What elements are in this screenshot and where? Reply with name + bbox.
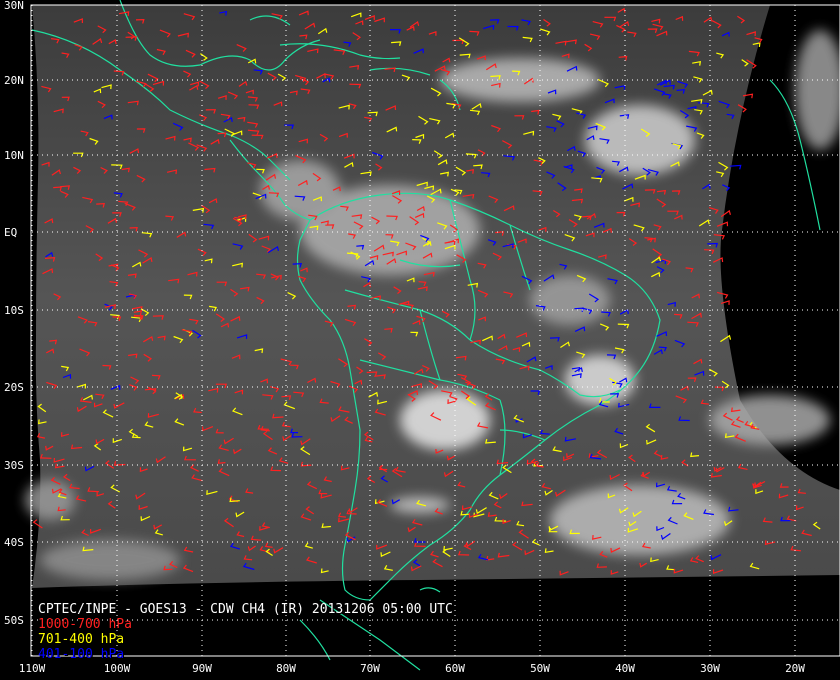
longitude-label: 50W [530, 662, 550, 675]
latitude-label: 20N [4, 74, 24, 87]
latitude-label: 30S [4, 459, 24, 472]
legend-mid-level: 701-400 hPa [38, 632, 125, 647]
caption-title: CPTEC/INPE - GOES13 - CDW CH4 (IR) 20131… [38, 602, 453, 617]
longitude-label: 70W [360, 662, 380, 675]
longitude-label: 100W [104, 662, 131, 675]
longitude-label: 20W [785, 662, 805, 675]
latitude-label: 20S [4, 381, 24, 394]
latitude-label: 10S [4, 304, 24, 317]
latitude-label: 40S [4, 536, 24, 549]
longitude-label: 60W [445, 662, 465, 675]
latitude-label: 10N [4, 149, 24, 162]
longitude-label: 90W [192, 662, 212, 675]
latitude-label: 50S [4, 614, 24, 627]
longitude-label: 80W [276, 662, 296, 675]
satellite-wind-map: 30N 20N 10N EQ 10S 20S 30S 40S 50S 110W 100W 90W 80W… [0, 0, 840, 680]
map-caption: CPTEC/INPE - GOES13 - CDW CH4 (IR) 20131… [38, 602, 453, 662]
longitude-label: 30W [700, 662, 720, 675]
latitude-label: 30N [4, 0, 24, 12]
longitude-label: 40W [615, 662, 635, 675]
latitude-label: EQ [4, 226, 17, 239]
longitude-label: 110W [19, 662, 46, 675]
legend-low-level: 1000-700 hPa [38, 617, 132, 632]
legend-high-level: 401-100 hPa [38, 647, 125, 662]
map-canvas: 30N 20N 10N EQ 10S 20S 30S 40S 50S 110W 100W 90W 80W… [0, 0, 840, 680]
